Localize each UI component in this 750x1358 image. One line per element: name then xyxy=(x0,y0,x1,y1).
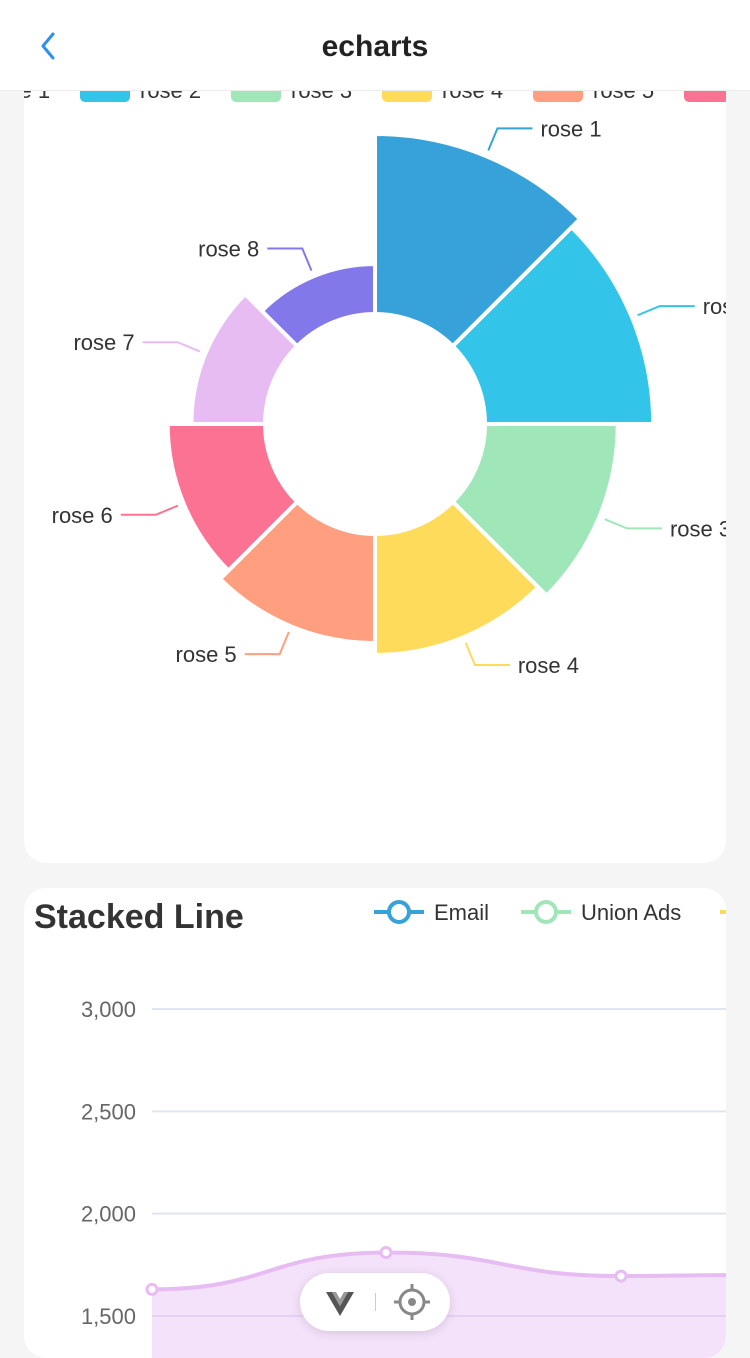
locate-icon[interactable] xyxy=(392,1282,432,1322)
rose-slice-label: rose 4 xyxy=(518,653,579,678)
chart-title: Stacked Line xyxy=(34,898,244,936)
rose-slice-label: rose 6 xyxy=(52,503,113,528)
rose-slice-label: rose 5 xyxy=(176,642,237,667)
rose-label-line xyxy=(120,504,179,516)
page-title: echarts xyxy=(321,30,429,63)
navigation-bar: echarts xyxy=(0,0,750,91)
y-tick-label: 2,500 xyxy=(81,1099,136,1124)
rose-slice-label: rose 2 xyxy=(703,294,726,319)
line-legend: Email Union Ads xyxy=(374,900,726,925)
legend-label[interactable]: Email xyxy=(434,900,489,925)
rose-label-line xyxy=(142,341,201,353)
rose-slice-label: rose 3 xyxy=(670,516,726,541)
rose-label-line xyxy=(487,127,533,151)
rose-label-line xyxy=(637,305,695,317)
legend-label[interactable]: Union Ads xyxy=(581,900,681,925)
legend-item[interactable]: Union Ads xyxy=(521,900,681,925)
y-tick-label: 2,000 xyxy=(81,1202,136,1227)
rose-chart[interactable]: rose 1 rose 2 rose 3 rose 4 rose 5 rose 6 rose… xyxy=(24,40,726,863)
rose-slice-label: rose 7 xyxy=(73,330,134,355)
rose-label-line xyxy=(244,631,290,656)
y-tick-label: 3,000 xyxy=(81,997,136,1022)
series-point[interactable] xyxy=(379,1246,393,1260)
rose-label-line xyxy=(464,642,510,667)
series-point[interactable] xyxy=(145,1282,159,1296)
vue-logo-icon[interactable] xyxy=(320,1282,360,1322)
legend-item[interactable] xyxy=(720,902,726,922)
toolbar-divider xyxy=(375,1293,376,1311)
floating-toolbar xyxy=(300,1273,450,1331)
rose-slice-label: rose 8 xyxy=(198,236,259,261)
rose-label-line xyxy=(604,518,662,530)
rose-slice-label: rose 1 xyxy=(540,116,601,141)
rose-chart-card: rose 1 rose 2 rose 3 rose 4 rose 5 rose 6 rose… xyxy=(24,40,726,863)
rose-label-line xyxy=(267,247,313,272)
series-point[interactable] xyxy=(614,1269,628,1283)
legend-item[interactable]: Email xyxy=(374,900,489,925)
y-tick-label: 1,500 xyxy=(81,1304,136,1329)
